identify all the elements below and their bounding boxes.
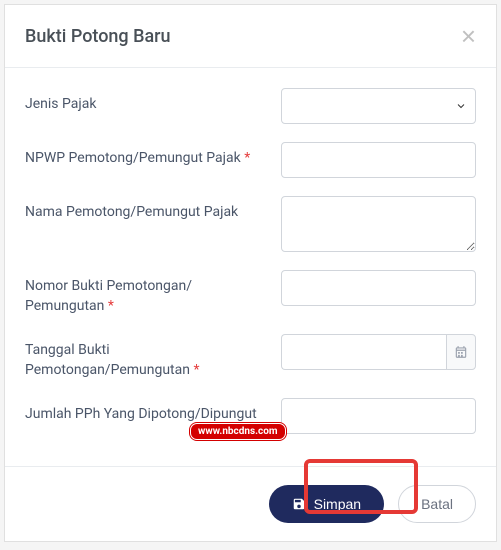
control-wrap bbox=[281, 142, 476, 178]
required-mark: * bbox=[108, 298, 114, 314]
row-nama: Nama Pemotong/Pemungut Pajak bbox=[25, 196, 476, 252]
cancel-button-label: Batal bbox=[421, 496, 453, 512]
jenis-pajak-select[interactable] bbox=[281, 88, 476, 124]
modal-dialog: Bukti Potong Baru × Jenis Pajak NPWP Pem… bbox=[4, 4, 497, 542]
control-wrap bbox=[281, 196, 476, 252]
calendar-icon bbox=[454, 345, 468, 359]
save-icon bbox=[292, 497, 306, 511]
label-jenis-pajak: Jenis Pajak bbox=[25, 88, 269, 115]
modal-header: Bukti Potong Baru × bbox=[5, 5, 496, 68]
row-tanggal-bukti: Tanggal Bukti Pemotongan/Pemungutan * bbox=[25, 334, 476, 380]
label-npwp: NPWP Pemotong/Pemungut Pajak * bbox=[25, 142, 269, 169]
nomor-bukti-input[interactable] bbox=[281, 270, 476, 306]
jumlah-pph-input[interactable] bbox=[281, 398, 476, 434]
modal-footer: Simpan Batal bbox=[5, 466, 496, 541]
label-jumlah-pph: Jumlah PPh Yang Dipotong/Dipungut bbox=[25, 398, 269, 425]
modal-body: Jenis Pajak NPWP Pemotong/Pemungut Pajak… bbox=[5, 68, 496, 466]
row-npwp: NPWP Pemotong/Pemungut Pajak * bbox=[25, 142, 476, 178]
control-wrap bbox=[281, 270, 476, 306]
cancel-button[interactable]: Batal bbox=[398, 485, 476, 523]
calendar-button[interactable] bbox=[446, 334, 476, 370]
required-mark: * bbox=[193, 362, 199, 378]
control-wrap bbox=[281, 334, 476, 370]
close-icon: × bbox=[461, 21, 476, 51]
required-mark: * bbox=[244, 150, 250, 166]
close-button[interactable]: × bbox=[461, 23, 476, 49]
watermark-badge: www.nbcdns.com bbox=[190, 423, 286, 440]
modal-title: Bukti Potong Baru bbox=[25, 26, 171, 47]
row-jenis-pajak: Jenis Pajak bbox=[25, 88, 476, 124]
date-input-group bbox=[281, 334, 476, 370]
label-tanggal-bukti: Tanggal Bukti Pemotongan/Pemungutan * bbox=[25, 334, 269, 380]
control-wrap bbox=[281, 88, 476, 124]
control-wrap bbox=[281, 398, 476, 434]
save-button-label: Simpan bbox=[314, 496, 361, 512]
save-button[interactable]: Simpan bbox=[269, 485, 384, 523]
nama-textarea[interactable] bbox=[281, 196, 476, 252]
tanggal-bukti-input[interactable] bbox=[281, 334, 446, 370]
row-nomor-bukti: Nomor Bukti Pemotongan/ Pemungutan * bbox=[25, 270, 476, 316]
label-nama: Nama Pemotong/Pemungut Pajak bbox=[25, 196, 269, 223]
npwp-input[interactable] bbox=[281, 142, 476, 178]
label-nomor-bukti: Nomor Bukti Pemotongan/ Pemungutan * bbox=[25, 270, 269, 316]
